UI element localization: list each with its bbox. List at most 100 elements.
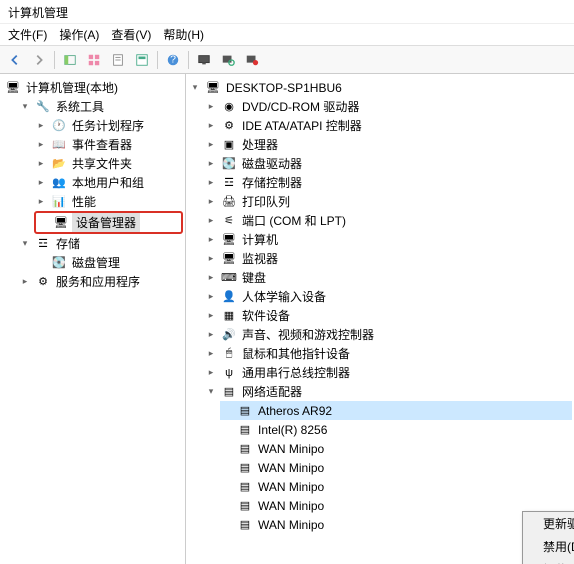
tree-label: 系统工具 xyxy=(54,98,106,115)
expand-icon[interactable]: ▸ xyxy=(204,328,218,342)
tree-root[interactable]: 🖥 计算机管理(本地) xyxy=(2,78,183,97)
category-icon: ⌨ xyxy=(221,270,237,286)
tree-event-viewer[interactable]: ▸ 📖 事件查看器 xyxy=(34,135,183,154)
ctx-label: 更新驱动程序软件(P)... xyxy=(543,515,574,532)
expand-icon[interactable]: ▸ xyxy=(204,309,218,323)
svg-text:?: ? xyxy=(170,53,176,65)
back-button[interactable] xyxy=(4,49,26,71)
tree-label: 计算机 xyxy=(240,231,280,248)
menu-file[interactable]: 文件(F) xyxy=(8,26,47,43)
device-category[interactable]: ▸◉DVD/CD-ROM 驱动器 xyxy=(204,97,572,116)
ctx-update-driver[interactable]: 更新驱动程序软件(P)... xyxy=(523,512,574,535)
expand-icon[interactable]: ▸ xyxy=(204,138,218,152)
network-adapter[interactable]: ▤WAN Minipo xyxy=(220,515,572,534)
device-category[interactable]: ▸⚙IDE ATA/ATAPI 控制器 xyxy=(204,116,572,135)
tree-shared-folders[interactable]: ▸ 📂 共享文件夹 xyxy=(34,154,183,173)
device-category[interactable]: ▸🖱鼠标和其他指针设备 xyxy=(204,344,572,363)
toolbar-btn-5[interactable]: ? xyxy=(162,49,184,71)
tree-disk-mgmt[interactable]: ▸ 💽 磁盘管理 xyxy=(34,253,183,272)
ctx-uninstall[interactable]: 卸载(U) xyxy=(523,558,574,564)
toolbar-sep xyxy=(157,51,158,69)
expand-icon[interactable]: ▸ xyxy=(204,195,218,209)
network-adapter-selected[interactable]: ▤Atheros AR92 xyxy=(220,401,572,420)
title-bar: 计算机管理 xyxy=(0,0,574,24)
network-adapter[interactable]: ▤WAN Minipo xyxy=(220,496,572,515)
toolbar-btn-1[interactable] xyxy=(59,49,81,71)
tree-label: WAN Minipo xyxy=(256,480,326,494)
menu-view[interactable]: 查看(V) xyxy=(111,26,151,43)
collapse-icon[interactable]: ▾ xyxy=(18,237,32,251)
tree-device-manager[interactable]: 🖥 设备管理器 xyxy=(36,213,181,232)
tree-label: 共享文件夹 xyxy=(70,155,134,172)
device-category[interactable]: ▸▣处理器 xyxy=(204,135,572,154)
collapse-icon[interactable]: ▾ xyxy=(18,100,32,114)
expand-icon[interactable]: ▸ xyxy=(18,275,32,289)
expand-icon[interactable]: ▸ xyxy=(204,271,218,285)
expand-icon[interactable]: ▸ xyxy=(204,290,218,304)
category-icon: 🖨 xyxy=(221,194,237,210)
expand-icon[interactable]: ▸ xyxy=(34,138,48,152)
menu-help[interactable]: 帮助(H) xyxy=(163,26,204,43)
device-category[interactable]: ▸⚟端口 (COM 和 LPT) xyxy=(204,211,572,230)
tree-label: WAN Minipo xyxy=(256,518,326,532)
tree-label: 端口 (COM 和 LPT) xyxy=(240,212,348,229)
toolbar-btn-7[interactable] xyxy=(217,49,239,71)
device-category[interactable]: ▸🖥监视器 xyxy=(204,249,572,268)
device-category[interactable]: ▸☲存储控制器 xyxy=(204,173,572,192)
toolbar: ? xyxy=(0,46,574,74)
tree-label: 计算机管理(本地) xyxy=(24,79,120,96)
adapter-icon: ▤ xyxy=(237,441,253,457)
expand-icon[interactable]: ▸ xyxy=(204,347,218,361)
device-category[interactable]: ▸💽磁盘驱动器 xyxy=(204,154,572,173)
device-category[interactable]: ▸👤人体学输入设备 xyxy=(204,287,572,306)
expand-icon[interactable]: ▸ xyxy=(204,100,218,114)
expand-icon[interactable]: ▸ xyxy=(204,214,218,228)
tree-performance[interactable]: ▸ 📊 性能 xyxy=(34,192,183,211)
device-category[interactable]: ▸🖥计算机 xyxy=(204,230,572,249)
menu-action[interactable]: 操作(A) xyxy=(59,26,99,43)
collapse-icon[interactable]: ▾ xyxy=(188,81,202,95)
toolbar-btn-2[interactable] xyxy=(83,49,105,71)
expand-icon[interactable]: ▸ xyxy=(204,176,218,190)
expand-icon[interactable]: ▸ xyxy=(34,157,48,171)
device-category[interactable]: ▸ψ通用串行总线控制器 xyxy=(204,363,572,382)
tree-label: 任务计划程序 xyxy=(70,117,146,134)
expand-icon[interactable]: ▸ xyxy=(204,366,218,380)
network-adapter[interactable]: ▤WAN Minipo xyxy=(220,458,572,477)
toolbar-btn-3[interactable] xyxy=(107,49,129,71)
adapter-icon: ▤ xyxy=(237,403,253,419)
expand-icon[interactable]: ▸ xyxy=(34,176,48,190)
network-adapter[interactable]: ▤WAN Minipo xyxy=(220,477,572,496)
left-panel: 🖥 计算机管理(本地) ▾ 🔧 系统工具 ▸ 🕐 任务计划程序 ▸ xyxy=(0,74,186,564)
network-adapter[interactable]: ▤WAN Minipo xyxy=(220,439,572,458)
tree-storage[interactable]: ▾ ☲ 存储 xyxy=(18,234,183,253)
help-icon: ? xyxy=(166,53,180,67)
ctx-disable[interactable]: 禁用(D) xyxy=(523,535,574,558)
expand-icon[interactable]: ▸ xyxy=(204,233,218,247)
tree-task-scheduler[interactable]: ▸ 🕐 任务计划程序 xyxy=(34,116,183,135)
tree-computer-root[interactable]: ▾ 🖥 DESKTOP-SP1HBU6 xyxy=(188,78,572,97)
book-icon: 📖 xyxy=(51,137,67,153)
expand-icon[interactable]: ▸ xyxy=(204,119,218,133)
tree-system-tools[interactable]: ▾ 🔧 系统工具 xyxy=(18,97,183,116)
network-adapter[interactable]: ▤Intel(R) 8256 xyxy=(220,420,572,439)
grid-icon xyxy=(87,53,101,67)
tree-local-users[interactable]: ▸ 👥 本地用户和组 xyxy=(34,173,183,192)
device-category[interactable]: ▸⌨键盘 xyxy=(204,268,572,287)
device-category[interactable]: ▸▦软件设备 xyxy=(204,306,572,325)
forward-button[interactable] xyxy=(28,49,50,71)
toolbar-btn-4[interactable] xyxy=(131,49,153,71)
prop-icon xyxy=(135,53,149,67)
device-category[interactable]: ▾▤网络适配器 xyxy=(204,382,572,401)
tree-services[interactable]: ▸ ⚙ 服务和应用程序 xyxy=(18,272,183,291)
category-icon: ▣ xyxy=(221,137,237,153)
toolbar-btn-6[interactable] xyxy=(193,49,215,71)
toolbar-btn-8[interactable] xyxy=(241,49,263,71)
expand-icon[interactable]: ▸ xyxy=(204,157,218,171)
expand-icon[interactable]: ▸ xyxy=(34,119,48,133)
expand-icon[interactable]: ▸ xyxy=(34,195,48,209)
expand-icon[interactable]: ▸ xyxy=(204,252,218,266)
device-category[interactable]: ▸🔊声音、视频和游戏控制器 xyxy=(204,325,572,344)
collapse-icon[interactable]: ▾ xyxy=(204,385,218,399)
device-category[interactable]: ▸🖨打印队列 xyxy=(204,192,572,211)
